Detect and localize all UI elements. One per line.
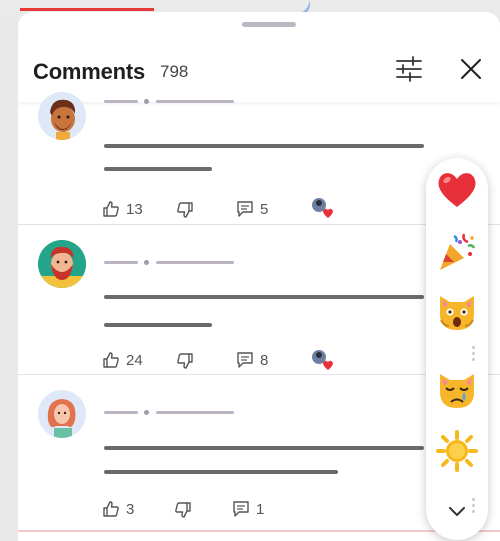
thumbs-down-icon [177,353,193,369]
crying-cat-emoji-icon [440,374,474,408]
reaction-weary-cat[interactable] [434,288,480,334]
author-name [104,100,138,103]
comment-text [104,295,424,299]
like-button[interactable]: 3 [102,500,134,518]
reaction-picker [426,158,488,540]
progress-line [20,8,154,11]
sliders-icon [396,56,422,82]
reaction-crying-cat[interactable] [434,366,480,412]
avatar[interactable] [38,92,86,140]
thumbs-down-icon [177,202,193,218]
author-name [104,261,138,264]
dislike-button[interactable] [174,501,192,519]
scroll-indicator [472,498,475,516]
avatar[interactable] [38,390,86,438]
comment-count: 798 [160,62,189,81]
party-popper-emoji-icon [440,233,476,270]
scroll-indicator [472,346,475,364]
creator-heart-badge [310,348,336,372]
reply-button[interactable]: 5 [236,200,268,218]
like-button[interactable]: 24 [102,351,143,369]
thumbs-up-icon [103,352,119,368]
thumbs-down-icon [175,502,191,518]
close-icon [461,59,481,79]
avatar-woman-red-hair-icon [38,390,86,438]
author-name [104,411,138,414]
heart-emoji-icon [438,173,476,207]
like-count: 13 [126,200,143,218]
reaction-heart[interactable] [434,166,480,212]
comment-text [104,446,424,450]
separator-dot [144,99,149,104]
comment-text [104,167,212,171]
comments-sheet: Comments 798 13 5 24 8 3 1 [18,12,500,541]
comment-text [104,470,338,474]
like-count: 3 [126,500,135,518]
reply-count: 8 [260,351,269,369]
timestamp [156,261,234,264]
like-count: 24 [126,351,143,369]
dislike-button[interactable] [176,352,194,370]
comment-text [104,144,424,148]
bottom-divider [18,530,500,532]
avatar-bearded-man-red-icon [38,240,86,288]
timestamp [156,100,234,103]
sheet-title: Comments [33,59,146,84]
sun-emoji-icon [436,430,478,472]
comment-icon [233,501,249,517]
drag-handle[interactable] [242,22,296,27]
heart-reaction-icon [312,350,333,370]
avatar-bearded-man-brown-icon [38,92,86,140]
separator-dot [144,260,149,265]
dislike-button[interactable] [176,201,194,219]
separator-dot [144,410,149,415]
avatar[interactable] [38,240,86,288]
chevron-down-icon [449,507,465,516]
timestamp [156,411,234,414]
weary-cat-emoji-icon [440,296,474,330]
comment-icon [237,352,253,368]
creator-heart-badge [310,196,336,220]
reply-count: 5 [260,200,269,218]
heart-reaction-icon [312,198,333,218]
reply-button[interactable]: 1 [232,500,264,518]
like-button[interactable]: 13 [102,200,143,218]
close-button[interactable] [454,52,488,86]
comment-icon [237,201,253,217]
reply-button[interactable]: 8 [236,351,268,369]
thumbs-up-icon [103,201,119,217]
thumbs-up-icon [103,501,119,517]
reaction-party-popper[interactable] [434,228,480,274]
more-reactions-button[interactable] [444,498,470,524]
comment-text [104,323,212,327]
reaction-sun[interactable] [434,428,480,474]
reply-count: 1 [256,500,265,518]
filter-button[interactable] [392,52,426,86]
